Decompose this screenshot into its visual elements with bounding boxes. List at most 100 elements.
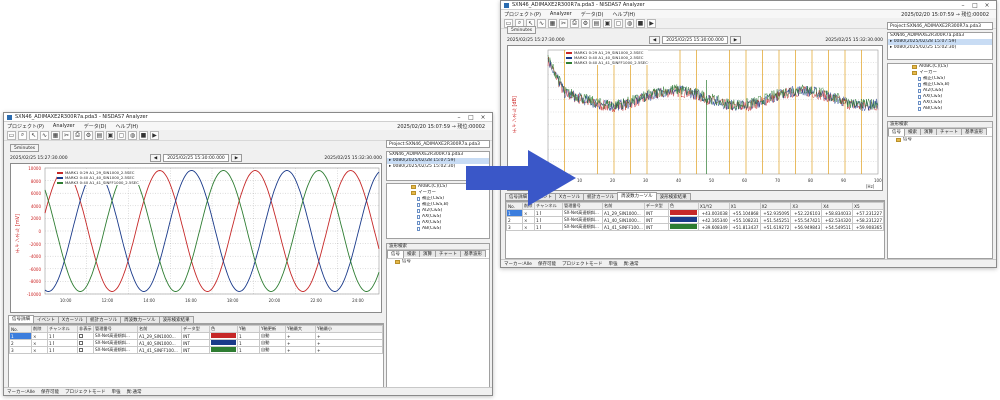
search-tab-search[interactable]: 検索: [403, 250, 420, 257]
tab-freq-cursor[interactable]: 周波数カーソル: [120, 316, 160, 323]
stop-icon[interactable]: ■: [139, 130, 148, 140]
color-swatch[interactable]: [211, 347, 236, 352]
play-icon[interactable]: ▶: [150, 130, 159, 140]
menu-help[interactable]: ヘルプ(H): [612, 11, 635, 18]
cell-delete[interactable]: ×: [522, 223, 535, 231]
time-center-field[interactable]: 2025/02/25 15:30:00.000: [163, 154, 229, 162]
chevron-down-icon[interactable]: [540, 217, 544, 222]
search-tab-calc[interactable]: 演算: [419, 250, 436, 257]
cell-yupdate[interactable]: 自動: [259, 339, 286, 347]
maximize-icon[interactable]: □: [465, 114, 477, 121]
zoom-icon[interactable]: ⌕: [18, 130, 27, 140]
cell-color[interactable]: [209, 332, 238, 340]
cell-channel[interactable]: 1: [534, 216, 563, 224]
tab-stat-cursor[interactable]: 統計カーソル: [583, 193, 619, 200]
tab-search-result[interactable]: 波形検索結果: [158, 316, 194, 323]
menu-analyzer[interactable]: Analyzer: [53, 123, 75, 129]
cell-hidden[interactable]: [77, 332, 94, 340]
cell-delete[interactable]: ×: [31, 332, 48, 340]
cell-color[interactable]: [209, 346, 238, 354]
hidden-checkbox[interactable]: [79, 340, 83, 345]
maximize-icon[interactable]: □: [969, 2, 981, 9]
cell-channel[interactable]: 1: [534, 209, 563, 217]
cell-color[interactable]: [209, 339, 238, 347]
table-row[interactable]: 1 × 1 SX-Net高速傾斜... A1_29_SIN1000... INT 1 自動 +…: [9, 332, 383, 340]
chevron-down-icon[interactable]: [53, 333, 57, 338]
tab-freq-cursor[interactable]: 周波数カーソル: [617, 192, 657, 200]
project-select[interactable]: Project:SXN46_ADIMAXE2R300R7a.pda3: [386, 140, 490, 148]
search-tab-calc[interactable]: 演算: [920, 128, 937, 135]
table-row[interactable]: 2 × 1 SX-Net高速傾斜... A1_40_SIN1000... INT 1 自動 +…: [9, 339, 383, 347]
cell-yupdate[interactable]: 自動: [259, 332, 286, 340]
color-swatch[interactable]: [669, 210, 697, 215]
tab-search-result[interactable]: 波形検索結果: [655, 193, 691, 200]
print-icon[interactable]: ⎙: [73, 130, 82, 140]
cell-color[interactable]: [667, 223, 699, 231]
monitor-icon[interactable]: ▢: [117, 130, 126, 140]
settings-icon[interactable]: ⚙: [84, 130, 93, 140]
search-signal-item[interactable]: 信号: [888, 137, 992, 143]
menu-data[interactable]: データ(D): [84, 123, 107, 130]
menu-analyzer[interactable]: Analyzer: [550, 11, 572, 17]
tree-item[interactable]: AB(C&S): [387, 226, 489, 232]
search-tab-search[interactable]: 検索: [904, 128, 921, 135]
time-center-field[interactable]: 2025/02/25 15:30:00.000: [662, 36, 728, 44]
file-item[interactable]: ▸ 0080(2025/02/25 15:02:30): [888, 45, 992, 51]
minimize-icon[interactable]: –: [453, 114, 465, 121]
cell-yaxis[interactable]: 1: [237, 339, 260, 347]
waveform-plot[interactable]: MARK1 0:29 A1_29_SIN1000_2.5SEC MARK2 0:…: [10, 163, 382, 313]
chevron-down-icon[interactable]: [53, 340, 57, 345]
cell-ymax[interactable]: +: [285, 332, 316, 340]
project-select[interactable]: Project:SXN46_ADIMAXE2R300R7a.pda3: [887, 22, 993, 30]
tab-signal-detail[interactable]: 信号詳細: [8, 315, 34, 323]
grid-icon[interactable]: ▦: [51, 130, 60, 140]
cell-ymax[interactable]: +: [285, 346, 316, 354]
tab-stat-cursor[interactable]: 統計カーソル: [86, 316, 122, 323]
cut-icon[interactable]: ✂: [62, 130, 71, 140]
menu-data[interactable]: データ(D): [581, 11, 604, 18]
prev-button[interactable]: ◀: [648, 36, 661, 44]
cell-channel[interactable]: 1: [47, 332, 78, 340]
cell-delete[interactable]: ×: [522, 216, 535, 224]
open-folder-icon[interactable]: ▭: [7, 130, 16, 140]
search-tab-signal[interactable]: 信号: [387, 250, 404, 258]
color-swatch[interactable]: [211, 333, 236, 338]
search-tab-chart[interactable]: チャート: [936, 128, 962, 135]
color-swatch[interactable]: [211, 340, 236, 345]
table-row[interactable]: 3 × 1 SX-Net高速傾斜... A1_41_SINFF100... INT +39…: [506, 223, 884, 231]
cell-color[interactable]: [667, 216, 699, 224]
cell-channel[interactable]: 1: [534, 223, 563, 231]
cell-hidden[interactable]: [77, 346, 94, 354]
cell-delete[interactable]: ×: [31, 346, 48, 354]
interval-button[interactable]: 5minutes: [10, 144, 40, 152]
cell-yupdate[interactable]: 自動: [259, 346, 286, 354]
menu-project[interactable]: プロジェクト(P): [7, 123, 44, 130]
color-swatch[interactable]: [669, 224, 697, 229]
close-icon[interactable]: ×: [981, 2, 993, 9]
cell-color[interactable]: [667, 209, 699, 217]
cell-yaxis[interactable]: 1: [237, 346, 260, 354]
tab-event[interactable]: イベント: [33, 316, 59, 323]
search-tab-ref[interactable]: 基準波形: [960, 128, 987, 135]
close-icon[interactable]: ×: [477, 114, 489, 121]
color-swatch[interactable]: [669, 217, 697, 222]
search-tab-ref[interactable]: 基準波形: [459, 250, 486, 257]
hidden-checkbox[interactable]: [79, 347, 83, 352]
cell-ymax[interactable]: +: [285, 339, 316, 347]
cell-ymin[interactable]: +: [315, 332, 383, 340]
tree-item[interactable]: AB(C&S): [888, 106, 992, 112]
search-signal-item[interactable]: 信号: [387, 259, 489, 265]
minimize-icon[interactable]: –: [957, 2, 969, 9]
cell-channel[interactable]: 1: [47, 339, 78, 347]
layout-icon[interactable]: ▣: [106, 130, 115, 140]
record-icon[interactable]: ◍: [128, 130, 137, 140]
search-tab-signal[interactable]: 信号: [888, 128, 905, 136]
cell-yaxis[interactable]: 1: [237, 332, 260, 340]
cell-delete[interactable]: ×: [522, 209, 535, 217]
cursor-icon[interactable]: ↖: [29, 130, 38, 140]
next-button[interactable]: ▶: [729, 36, 742, 44]
table-row[interactable]: 2 × 1 SX-Net高速傾斜... A1_40_SIN1000... INT +42.…: [506, 216, 884, 224]
cell-ymin[interactable]: +: [315, 339, 383, 347]
search-tab-chart[interactable]: チャート: [435, 250, 461, 257]
next-button[interactable]: ▶: [230, 154, 243, 162]
